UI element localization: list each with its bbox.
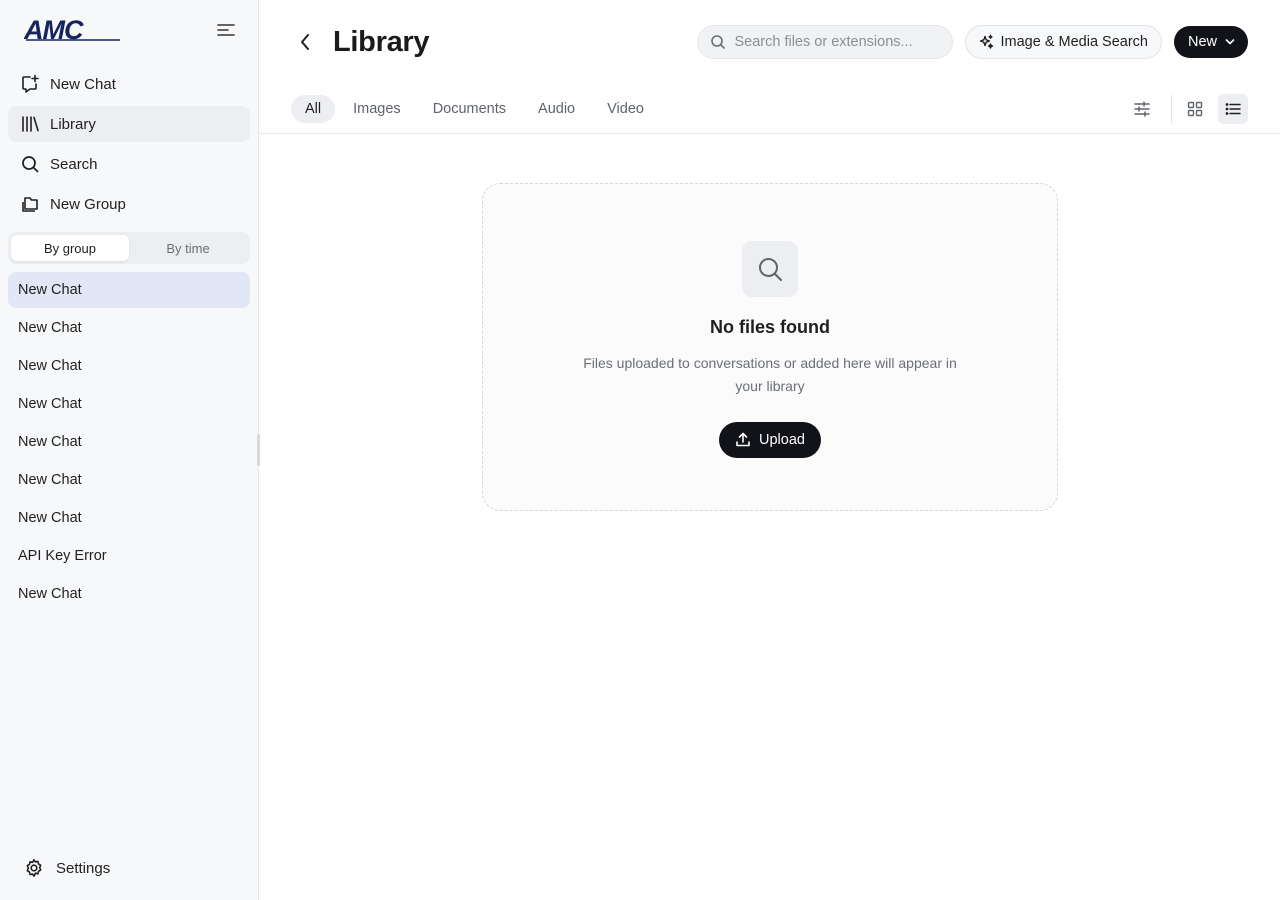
grouping-toggle: By group By time [8,232,250,264]
upload-label: Upload [759,432,805,448]
gear-icon [24,858,44,878]
folder-icon [20,194,40,214]
tab-video[interactable]: Video [593,95,658,123]
chat-item[interactable]: New Chat [8,310,250,346]
amc-logo: AMC [24,18,120,42]
chat-item[interactable]: New Chat [8,576,250,612]
list-view-button[interactable] [1218,93,1248,124]
page-header: Library Image & Media Search [259,0,1280,84]
chat-item[interactable]: New Chat [8,500,250,536]
nav-search-label: Search [50,155,98,173]
grid-icon [1187,101,1203,116]
app-root: AMC New Chat Library Search New Group By… [0,0,1280,900]
new-button-label: New [1187,34,1217,50]
list-icon [1225,102,1241,115]
sidebar: AMC New Chat Library Search New Group By… [0,0,260,900]
nav-new-group-label: New Group [50,195,126,213]
nav-search[interactable]: Search [8,146,250,182]
search-icon [711,35,726,49]
sidebar-header: AMC [0,0,258,60]
chat-item[interactable]: New Chat [8,348,250,384]
library-search [697,25,954,59]
chat-item[interactable]: API Key Error [8,538,250,574]
empty-search-icon [742,241,798,297]
view-tools [1127,93,1248,124]
tab-images[interactable]: Images [339,95,415,123]
chevron-left-icon [301,34,309,50]
empty-state: No files found Files uploaded to convers… [482,183,1058,511]
nav-library[interactable]: Library [8,106,250,142]
page-title: Library [333,25,430,58]
filter-tabs-bar: All Images Documents Audio Video [259,84,1280,134]
chat-list: New Chat New Chat New Chat New Chat New … [0,272,258,612]
empty-state-description: Files uploaded to conversations or added… [583,355,957,394]
chat-item[interactable]: New Chat [8,386,250,422]
upload-icon [735,432,751,448]
menu-collapse-icon [217,24,235,36]
chat-item[interactable]: New Chat [8,272,250,308]
empty-state-title: No files found [710,317,830,337]
search-input[interactable] [734,34,935,50]
image-media-search-label: Image & Media Search [1000,34,1148,50]
chevron-down-icon [1225,38,1235,46]
sidebar-nav: New Chat Library Search New Group [0,60,258,222]
search-icon [20,154,40,174]
filter-settings-button[interactable] [1127,94,1157,124]
nav-new-chat-label: New Chat [50,75,116,93]
new-chat-icon [20,74,40,94]
upload-button[interactable]: Upload [719,422,821,458]
settings-button[interactable]: Settings [16,854,118,882]
back-button[interactable] [295,32,315,52]
settings-label: Settings [56,859,111,877]
nav-new-group[interactable]: New Group [8,186,250,222]
grid-view-button[interactable] [1180,94,1210,124]
by-time-button[interactable]: By time [129,235,247,261]
chat-item[interactable]: New Chat [8,424,250,460]
new-button[interactable]: New [1173,26,1248,58]
toolbar-divider [1171,94,1172,123]
library-icon [20,114,40,134]
collapse-sidebar-button[interactable] [214,18,238,42]
nav-new-chat[interactable]: New Chat [8,66,250,102]
tab-audio[interactable]: Audio [524,95,589,123]
tab-documents[interactable]: Documents [419,95,520,123]
logo-text: AMC [24,18,84,42]
chat-item[interactable]: New Chat [8,462,250,498]
main-content: Library Image & Media Search [259,0,1280,900]
by-group-button[interactable]: By group [11,235,129,261]
tab-all[interactable]: All [291,94,336,123]
sparkle-icon [978,34,994,50]
sliders-icon [1134,100,1150,117]
nav-library-label: Library [50,115,96,133]
image-media-search-button[interactable]: Image & Media Search [965,25,1162,59]
